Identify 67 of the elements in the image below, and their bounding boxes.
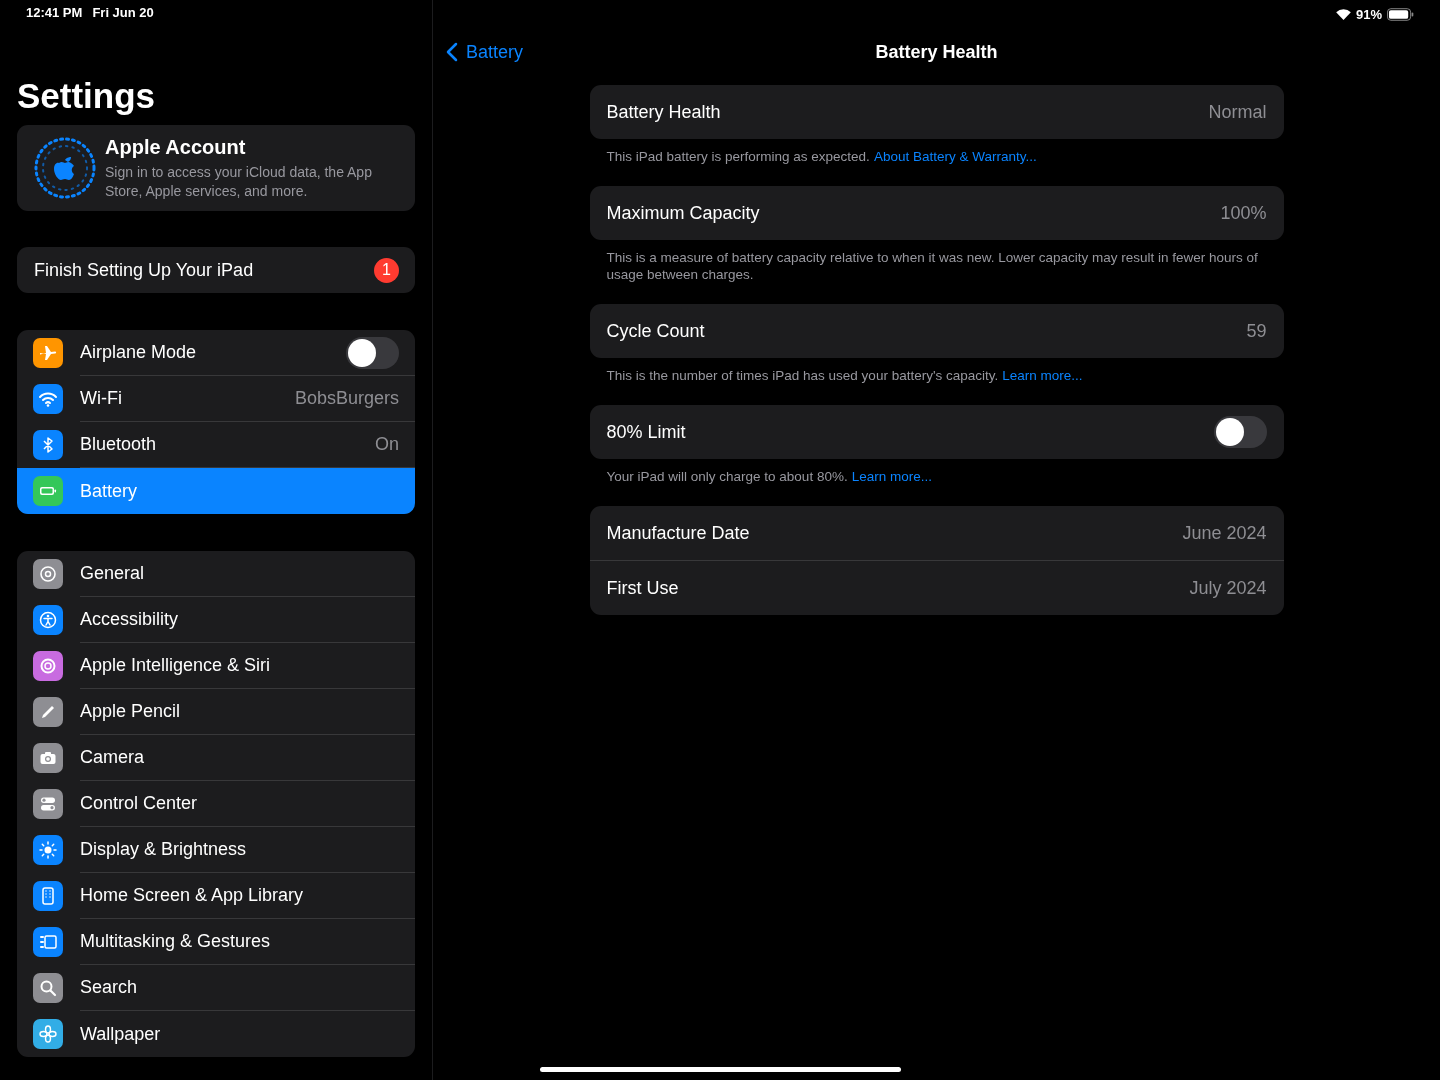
toggle-switch[interactable]	[1213, 416, 1267, 448]
footnote: Your iPad will only charge to about 80%. Learn more...	[606, 468, 933, 485]
item-value: On	[375, 434, 399, 455]
back-button[interactable]: Battery	[446, 41, 524, 63]
account-icon	[33, 136, 97, 200]
row-label: Manufacture Date	[606, 522, 750, 544]
row-value: June 2024	[1182, 522, 1267, 544]
learn-more-link[interactable]: Learn more...	[1002, 368, 1083, 383]
item-label: Battery	[80, 480, 138, 502]
item-value: BobsBurgers	[294, 388, 399, 409]
item-label: Apple Pencil	[80, 701, 181, 722]
row-value: 59	[1246, 320, 1267, 342]
item-label: Wi-Fi	[80, 388, 122, 409]
finish-setup-label: Finish Setting Up Your iPad	[34, 259, 254, 281]
page-title: Battery Health	[875, 41, 998, 63]
status-date: Fri Jun 20	[92, 5, 154, 22]
chevron-left-icon	[446, 42, 458, 62]
sidebar-item[interactable]: Search	[17, 965, 415, 1011]
wifi-icon	[1335, 9, 1351, 20]
item-label: Accessibility	[80, 609, 179, 630]
footnote: This is the number of times iPad has used your battery's capacity. Learn more...	[606, 367, 1084, 384]
row-label: Maximum Capacity	[606, 202, 760, 224]
row-value: Normal	[1208, 101, 1267, 123]
item-label: Camera	[80, 747, 145, 768]
item-label: Search	[80, 977, 138, 998]
status-time: 12:41 PM	[26, 5, 83, 22]
item-label: Multitasking & Gestures	[80, 931, 271, 952]
row-value: July 2024	[1189, 577, 1267, 599]
notification-badge: 1	[374, 257, 399, 283]
sidebar-item[interactable]: Wi-Fi BobsBurgers	[17, 376, 415, 422]
battery-icon	[1387, 8, 1414, 21]
sidebar-item[interactable]: Display & Brightness	[17, 827, 415, 873]
item-label: Display & Brightness	[80, 839, 247, 860]
sidebar-item[interactable]: Airplane Mode	[17, 330, 415, 376]
row-value: 100%	[1220, 202, 1267, 224]
item-label: Wallpaper	[80, 1023, 161, 1045]
sidebar-item[interactable]: Apple Intelligence & Siri	[17, 643, 415, 689]
row-label: First Use	[606, 577, 679, 599]
account-card[interactable]: Apple Account Sign in to access your iCloud data, the App Store, Apple services, and more.	[17, 125, 415, 211]
sidebar-item[interactable]: Wallpaper	[17, 1011, 415, 1057]
sidebar-item[interactable]: General	[17, 551, 415, 597]
toggle-switch[interactable]	[346, 336, 399, 369]
row-label: Battery Health	[606, 101, 721, 123]
sidebar-item[interactable]: Apple Pencil	[17, 689, 415, 735]
sidebar-item[interactable]: Battery	[17, 468, 415, 514]
learn-more-link[interactable]: About Battery & Warranty...	[873, 149, 1037, 164]
item-label: Home Screen & App Library	[80, 885, 304, 906]
sidebar-item[interactable]: Accessibility	[17, 597, 415, 643]
account-description: Sign in to access your iCloud data, the App Store, Apple services, and more.	[105, 162, 373, 201]
item-label: Control Center	[80, 793, 198, 814]
battery-percentage: 91%	[1355, 7, 1382, 22]
footnote: This iPad battery is performing as expected. About Battery & Warranty...	[606, 148, 1038, 165]
item-label: General	[80, 563, 145, 584]
sidebar-item[interactable]: Camera	[17, 735, 415, 781]
sidebar-item[interactable]: Multitasking & Gestures	[17, 919, 415, 965]
row-label: 80% Limit	[606, 421, 686, 443]
sidebar-item[interactable]: Control Center	[17, 781, 415, 827]
row-label: Cycle Count	[606, 320, 705, 342]
item-label: Airplane Mode	[80, 342, 197, 363]
finish-setup-row[interactable]: Finish Setting Up Your iPad 1	[17, 247, 415, 293]
item-label: Bluetooth	[80, 434, 157, 455]
footnote: This is a measure of battery capacity relative to when it was new. Lower capacity may result in fewer hours of usage between charges.	[606, 249, 1259, 283]
learn-more-link[interactable]: Learn more...	[851, 469, 932, 484]
sidebar-item[interactable]: Home Screen & App Library	[17, 873, 415, 919]
item-label: Apple Intelligence & Siri	[80, 655, 271, 676]
settings-title: Settings	[17, 76, 157, 116]
account-name: Apple Account	[105, 135, 247, 159]
